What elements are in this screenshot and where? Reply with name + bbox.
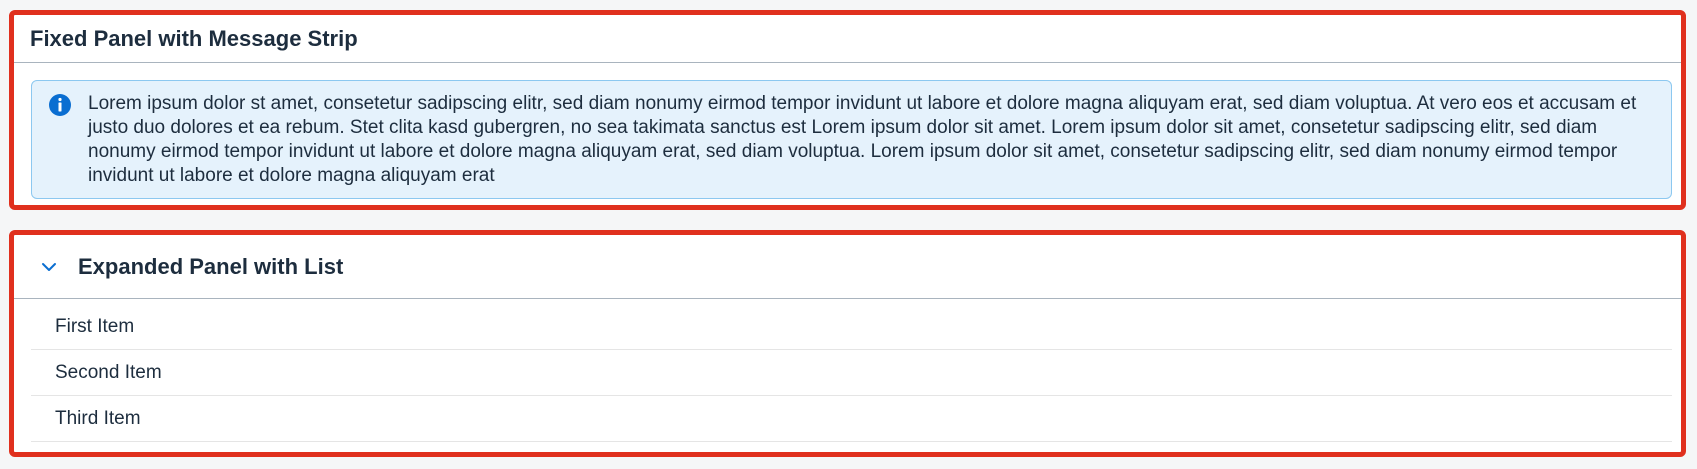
list-item[interactable]: Second Item [31, 350, 1672, 396]
list-item-label: Third Item [55, 407, 141, 429]
list-item-label: First Item [55, 315, 135, 337]
fixed-panel-title: Fixed Panel with Message Strip [30, 25, 358, 51]
list-item[interactable]: First Item [31, 304, 1672, 350]
list-item[interactable]: Third Item [31, 396, 1672, 442]
item-list: First Item Second Item Third Item [31, 304, 1672, 442]
message-strip: Lorem ipsum dolor st amet, consetetur sa… [31, 80, 1672, 199]
expanded-panel-header[interactable]: Expanded Panel with List [14, 235, 1681, 299]
information-icon [48, 93, 72, 117]
fixed-panel-header: Fixed Panel with Message Strip [14, 15, 1681, 63]
message-strip-text: Lorem ipsum dolor st amet, consetetur sa… [88, 93, 1637, 186]
expanded-panel: Expanded Panel with List First Item Seco… [9, 230, 1686, 457]
chevron-down-icon[interactable] [30, 248, 68, 286]
fixed-panel: Fixed Panel with Message Strip Lorem ips… [9, 10, 1686, 210]
expanded-panel-title: Expanded Panel with List [78, 253, 344, 279]
list-item-label: Second Item [55, 361, 162, 383]
